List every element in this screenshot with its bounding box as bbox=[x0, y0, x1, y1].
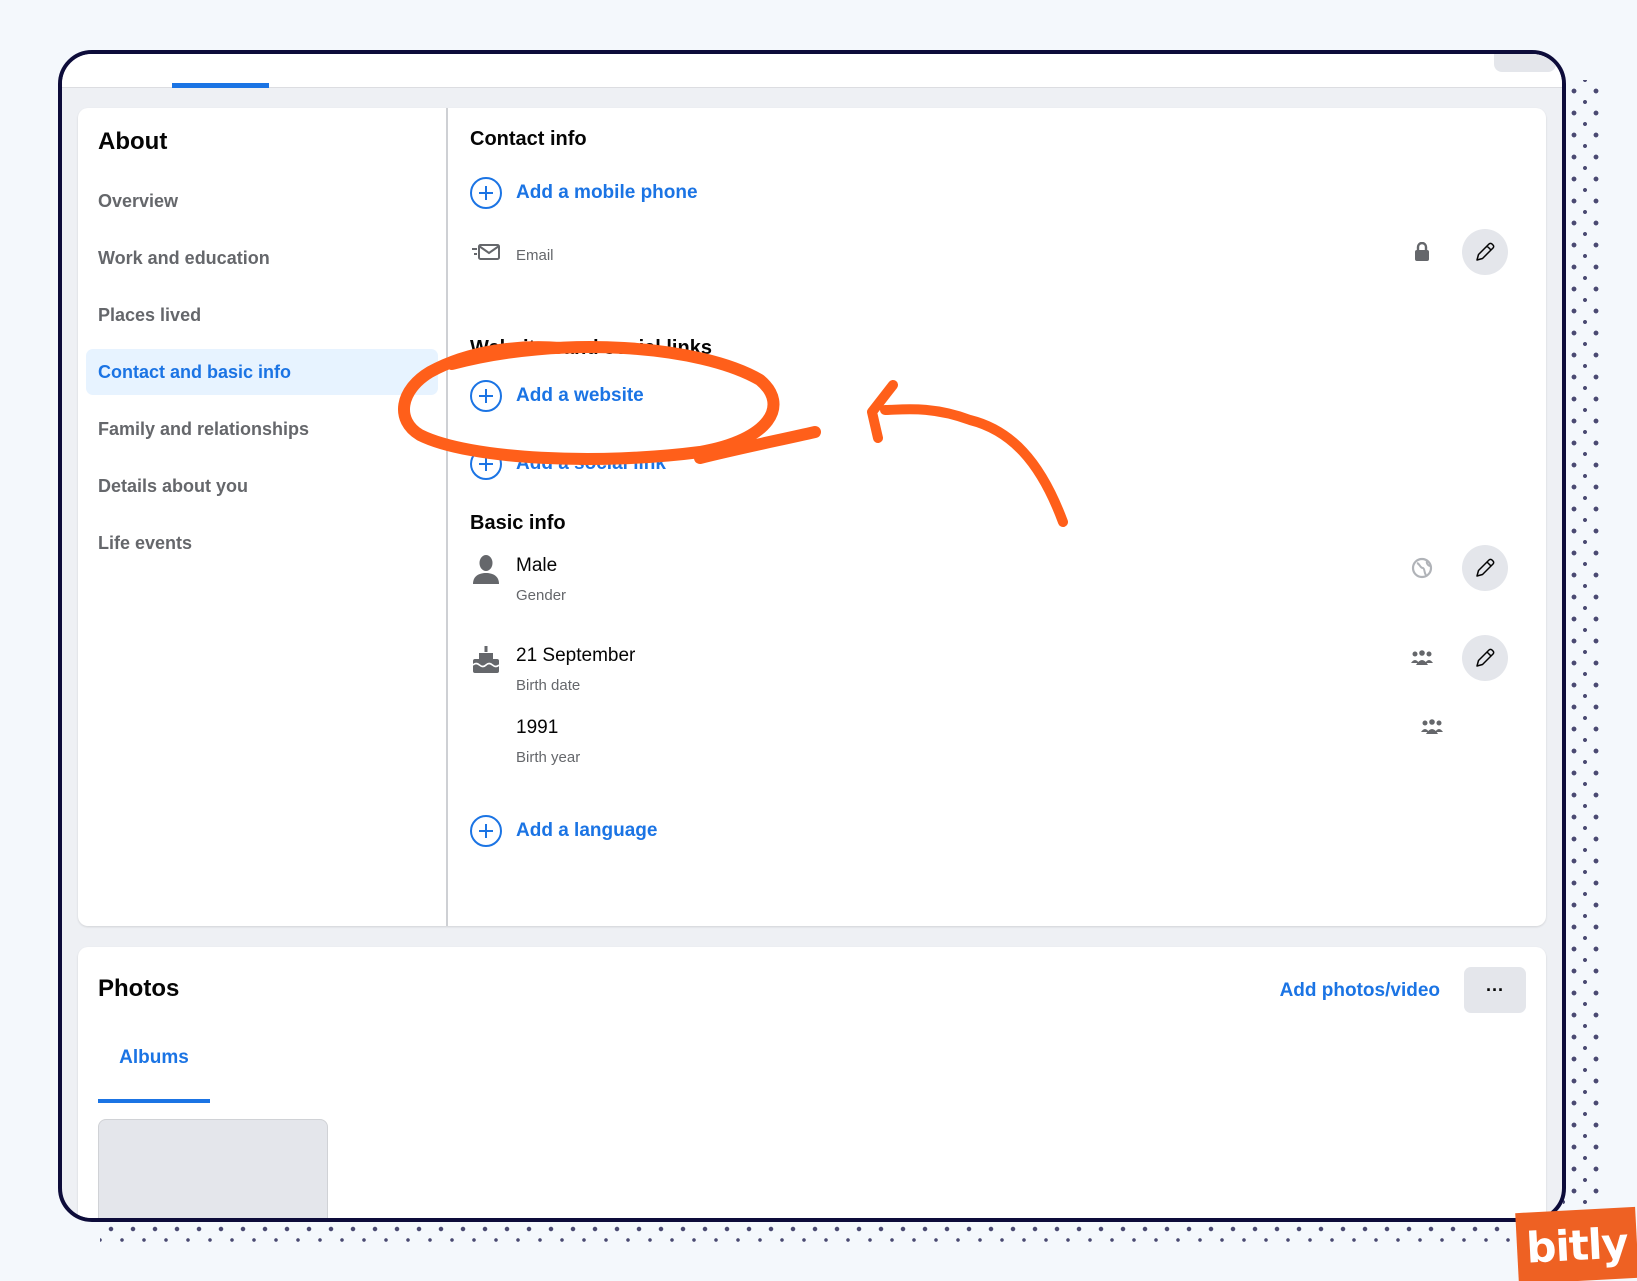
more-dots-icon: ··· bbox=[1486, 979, 1504, 1000]
add-social-link-label: Add a social link bbox=[516, 453, 666, 474]
sidebar-item-details-about-you[interactable]: Details about you bbox=[86, 463, 438, 509]
gender-label: Gender bbox=[516, 587, 567, 604]
person-icon bbox=[470, 553, 502, 585]
add-language-link[interactable]: Add a language bbox=[470, 811, 1526, 851]
plus-circle-icon bbox=[470, 815, 502, 847]
browser-frame: About Overview Work and education Places… bbox=[58, 50, 1566, 1222]
plus-circle-icon bbox=[470, 380, 502, 412]
friends-icon[interactable] bbox=[1410, 646, 1434, 670]
pencil-icon bbox=[1476, 648, 1495, 667]
add-photos-video-link[interactable]: Add photos/video bbox=[1280, 980, 1440, 1002]
about-sidebar: About Overview Work and education Places… bbox=[78, 108, 448, 926]
decorative-dots-bottom bbox=[100, 1218, 1520, 1246]
birth-year-value: 1991 bbox=[516, 717, 559, 738]
add-website-link[interactable]: Add a website bbox=[470, 376, 1526, 416]
photos-card: Photos Add photos/video ··· Albums bbox=[78, 947, 1546, 1218]
tab-albums[interactable]: Albums bbox=[98, 1047, 210, 1103]
more-options-button[interactable] bbox=[1494, 54, 1556, 72]
add-social-link[interactable]: Add a social link bbox=[470, 444, 1526, 484]
email-row: Email bbox=[470, 229, 1526, 307]
bitly-logo: bitly bbox=[1515, 1206, 1637, 1281]
photos-title: Photos bbox=[98, 975, 180, 1002]
tab-albums-label: Albums bbox=[119, 1047, 189, 1068]
add-mobile-phone-label: Add a mobile phone bbox=[516, 182, 698, 203]
decorative-dots-right bbox=[1563, 80, 1603, 1210]
about-title: About bbox=[98, 128, 168, 155]
sidebar-item-overview[interactable]: Overview bbox=[86, 178, 438, 224]
add-mobile-phone-link[interactable]: Add a mobile phone bbox=[470, 173, 1526, 213]
birth-date-row: 21 September Birth date bbox=[470, 635, 1526, 715]
sidebar-item-family-relationships[interactable]: Family and relationships bbox=[86, 406, 438, 452]
add-website-label: Add a website bbox=[516, 385, 644, 406]
sidebar-item-places-lived[interactable]: Places lived bbox=[86, 292, 438, 338]
active-tab-indicator bbox=[172, 83, 269, 88]
gender-value: Male bbox=[516, 555, 558, 576]
edit-email-button[interactable] bbox=[1462, 229, 1508, 275]
contact-info-heading: Contact info bbox=[470, 128, 587, 150]
friends-icon[interactable] bbox=[1420, 715, 1444, 739]
gender-row: Male Gender bbox=[470, 545, 1526, 633]
album-thumbnail[interactable] bbox=[98, 1119, 328, 1218]
plus-circle-icon bbox=[470, 448, 502, 480]
lock-icon[interactable] bbox=[1410, 240, 1434, 264]
envelope-icon bbox=[470, 237, 502, 269]
pencil-icon bbox=[1476, 558, 1495, 577]
pencil-icon bbox=[1476, 242, 1495, 261]
about-content: Contact info Add a mobile phone Email We… bbox=[450, 108, 1546, 926]
bitly-logo-text: bitly bbox=[1525, 1218, 1629, 1273]
birthday-cake-icon bbox=[470, 643, 502, 675]
photos-more-button[interactable]: ··· bbox=[1464, 967, 1526, 1013]
birth-year-label: Birth year bbox=[516, 749, 581, 766]
sidebar-item-contact-basic-info[interactable]: Contact and basic info bbox=[86, 349, 438, 395]
add-language-label: Add a language bbox=[516, 820, 658, 841]
sidebar-item-life-events[interactable]: Life events bbox=[86, 520, 438, 566]
profile-tab-bar bbox=[62, 54, 1562, 88]
about-card: About Overview Work and education Places… bbox=[78, 108, 1546, 926]
birth-date-label: Birth date bbox=[516, 677, 581, 694]
edit-birth-date-button[interactable] bbox=[1462, 635, 1508, 681]
birth-date-value: 21 September bbox=[516, 645, 636, 666]
edit-gender-button[interactable] bbox=[1462, 545, 1508, 591]
globe-icon[interactable] bbox=[1410, 556, 1434, 580]
email-label: Email bbox=[516, 247, 554, 264]
sidebar-item-work-education[interactable]: Work and education bbox=[86, 235, 438, 281]
websites-heading: Websites and social links bbox=[470, 337, 712, 359]
basic-info-heading: Basic info bbox=[470, 512, 566, 534]
plus-circle-icon bbox=[470, 177, 502, 209]
birth-year-row: 1991 Birth year bbox=[470, 715, 1526, 787]
